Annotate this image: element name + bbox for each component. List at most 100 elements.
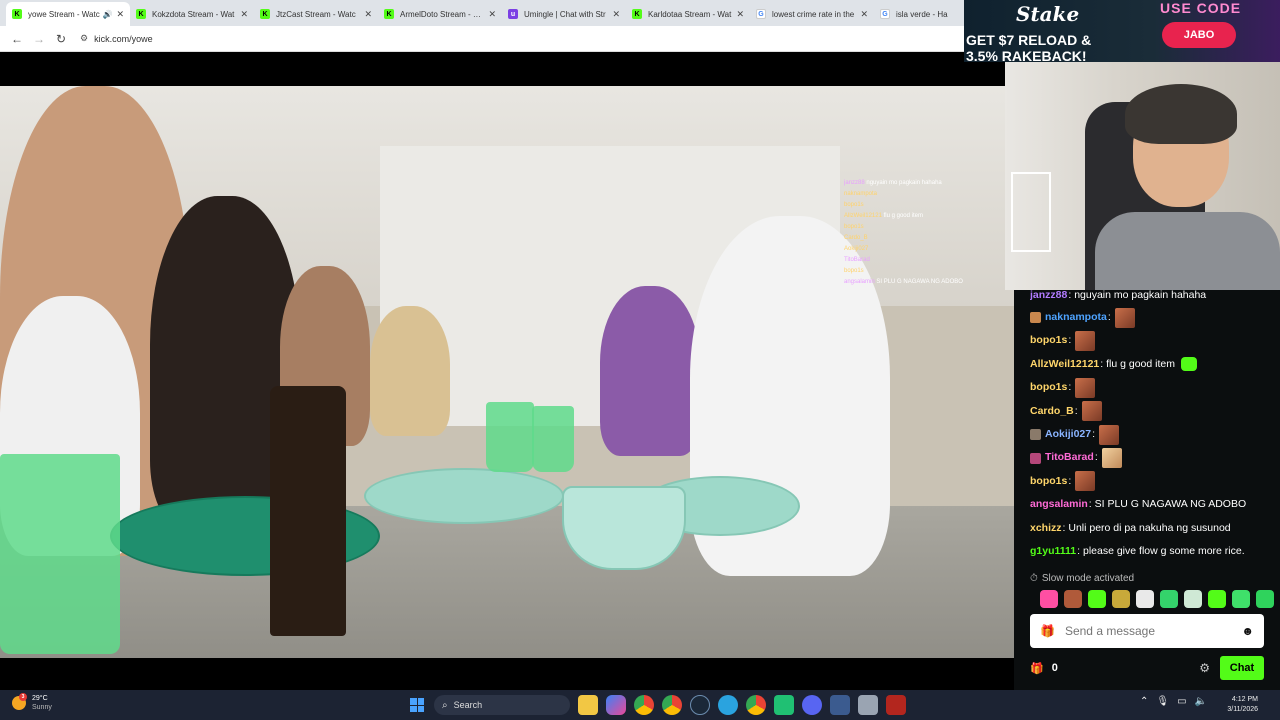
- code-icon[interactable]: [830, 695, 850, 715]
- close-icon[interactable]: ✕: [240, 9, 248, 20]
- discord-icon[interactable]: [802, 695, 822, 715]
- chat-username[interactable]: TitoBarad: [1045, 446, 1094, 469]
- tab-karldotaa[interactable]: K Karldotaa Stream - Wat ✕: [626, 2, 750, 26]
- chat-send-button[interactable]: Chat: [1220, 656, 1264, 680]
- tab-google-isla[interactable]: G isla verde - Ha: [874, 2, 954, 26]
- chat-username[interactable]: g1yu1111: [1030, 540, 1076, 563]
- close-icon[interactable]: ✕: [364, 9, 372, 20]
- tab-kokzdota[interactable]: K Kokzdota Stream - Wat ✕: [130, 2, 254, 26]
- speaker-icon[interactable]: 🔊: [102, 10, 112, 19]
- emote-button[interactable]: [1088, 590, 1106, 608]
- tab-title: Kokzdota Stream - Wat: [152, 9, 235, 19]
- weather-widget[interactable]: 3 29°C Sunny: [12, 693, 52, 712]
- channel-points[interactable]: 🎁 0: [1030, 662, 1199, 675]
- chat-message: xchizz: Unli pero di pa nakuha ng susuno…: [1030, 517, 1274, 540]
- chat-username[interactable]: Cardo_B: [1030, 400, 1074, 423]
- close-icon[interactable]: ✕: [736, 9, 744, 20]
- chat-emote-icon: [1075, 471, 1096, 492]
- tab-jtzcast[interactable]: K JtzCast Stream - Watc ✕: [254, 2, 378, 26]
- emote-button[interactable]: [1064, 590, 1082, 608]
- gift-icon[interactable]: 🎁: [1040, 624, 1055, 638]
- cup: [0, 454, 120, 654]
- volume-icon[interactable]: 🔈: [1195, 696, 1207, 707]
- app-icon[interactable]: [858, 695, 878, 715]
- file-explorer-icon[interactable]: [578, 695, 598, 715]
- forward-arrow-icon[interactable]: →: [28, 28, 50, 50]
- chat-message-input[interactable]: [1064, 624, 1242, 638]
- windows-start-icon[interactable]: [410, 698, 424, 712]
- slow-mode-notice: ⏱ Slow mode activated: [1030, 573, 1134, 584]
- emote-button[interactable]: [1208, 590, 1226, 608]
- kick-icon: K: [384, 9, 394, 19]
- emote-button[interactable]: [1184, 590, 1202, 608]
- taskbar-search[interactable]: ⌕ Search: [434, 695, 570, 715]
- close-icon[interactable]: ✕: [488, 9, 496, 20]
- tab-google-crime[interactable]: G lowest crime rate in the ✕: [750, 2, 874, 26]
- back-arrow-icon[interactable]: ←: [6, 28, 28, 50]
- tab-title: yowe Stream - Watc: [28, 9, 100, 19]
- close-icon[interactable]: ✕: [860, 9, 868, 20]
- chat-username[interactable]: bopo1s: [1030, 470, 1067, 493]
- user-badge-icon: [1030, 452, 1041, 464]
- reload-icon[interactable]: ↻: [50, 28, 72, 50]
- chat-username[interactable]: AllzWeil12121: [1030, 353, 1099, 376]
- weather-temp: 29°C: [32, 695, 48, 702]
- copilot-icon[interactable]: [606, 695, 626, 715]
- overlay-chat-line: Aokiji027: [844, 246, 869, 252]
- chat-username[interactable]: naknampota: [1045, 306, 1107, 329]
- stream-video[interactable]: janzz88 nguyain mo pagkain hahaha naknam…: [0, 86, 1014, 658]
- game-app-icon[interactable]: [774, 695, 794, 715]
- chat-message: bopo1s:: [1030, 329, 1274, 352]
- chevron-up-icon[interactable]: ⌃: [1140, 696, 1148, 707]
- chat-username[interactable]: angsalamin: [1030, 493, 1088, 516]
- emoji-picker-icon[interactable]: ☻: [1241, 624, 1254, 638]
- microphone-icon[interactable]: 🎙: [1156, 696, 1169, 707]
- chrome-icon[interactable]: [662, 695, 682, 715]
- ad-promo: GET $7 RELOAD & 3.5% RAKEBACK!: [966, 32, 1091, 62]
- ad-code-button[interactable]: JABO: [1162, 22, 1236, 48]
- site-settings-icon[interactable]: ⚙: [80, 33, 88, 44]
- close-icon[interactable]: ✕: [116, 9, 124, 20]
- chat-username[interactable]: xchizz: [1030, 517, 1062, 540]
- cup: [486, 402, 534, 472]
- chat-message: g1yu1111: please give flow g some more r…: [1030, 540, 1274, 563]
- chat-username[interactable]: janzz88: [1030, 289, 1067, 301]
- overlay-chat-line: bopo1s: [844, 268, 864, 274]
- url-field[interactable]: ⚙ kick.com/yowe: [80, 33, 153, 44]
- chat-message: Cardo_B:: [1030, 400, 1274, 423]
- ad-banner[interactable]: Stake GET $7 RELOAD & 3.5% RAKEBACK! USE…: [964, 0, 1280, 62]
- chat-settings-icon[interactable]: ⚙: [1199, 661, 1210, 675]
- taskbar-search-label: Search: [453, 700, 483, 710]
- network-icon[interactable]: ▭: [1177, 696, 1186, 707]
- steam-icon[interactable]: [690, 695, 710, 715]
- chrome-icon[interactable]: [634, 695, 654, 715]
- tab-yowe[interactable]: K yowe Stream - Watc 🔊 ✕: [6, 2, 130, 26]
- emote-button[interactable]: [1136, 590, 1154, 608]
- tab-armeldoto[interactable]: K ArmelDoto Stream - Wa ✕: [378, 2, 502, 26]
- emote-button[interactable]: [1232, 590, 1250, 608]
- taskbar-clock[interactable]: 4:12 PM 3/11/2026: [1220, 695, 1258, 715]
- chat-username[interactable]: bopo1s: [1030, 329, 1067, 352]
- chat-message: janzz88: nguyain mo pagkain hahaha: [1030, 289, 1207, 301]
- overlay-chat-line: TitoBarad: [844, 257, 870, 263]
- baby-gate: [1011, 172, 1051, 252]
- emote-button[interactable]: [1160, 590, 1178, 608]
- chat-message: angsalamin: SI PLU G NAGAWA NG ADOBO: [1030, 493, 1274, 516]
- chrome-icon[interactable]: [746, 695, 766, 715]
- search-icon: ⌕: [442, 699, 448, 711]
- clock-date: 3/11/2026: [1227, 706, 1258, 713]
- dota-icon[interactable]: [886, 695, 906, 715]
- close-icon[interactable]: ✕: [612, 9, 620, 20]
- emote-button[interactable]: [1112, 590, 1130, 608]
- emote-button[interactable]: [1256, 590, 1274, 608]
- browser-tab-bar: K yowe Stream - Watc 🔊 ✕ K Kokzdota Stre…: [0, 0, 964, 26]
- google-icon: G: [880, 9, 890, 19]
- telegram-icon[interactable]: [718, 695, 738, 715]
- emote-button[interactable]: [1040, 590, 1058, 608]
- chat-username[interactable]: bopo1s: [1030, 376, 1067, 399]
- tab-title: JtzCast Stream - Watc: [276, 9, 356, 19]
- tab-umingle[interactable]: u Umingle | Chat with Str ✕: [502, 2, 626, 26]
- overlay-chat-line: janzz88 nguyain mo pagkain hahaha: [844, 180, 942, 186]
- chat-username[interactable]: Aokiji027: [1045, 423, 1091, 446]
- slow-mode-icon: ⏱: [1030, 573, 1038, 584]
